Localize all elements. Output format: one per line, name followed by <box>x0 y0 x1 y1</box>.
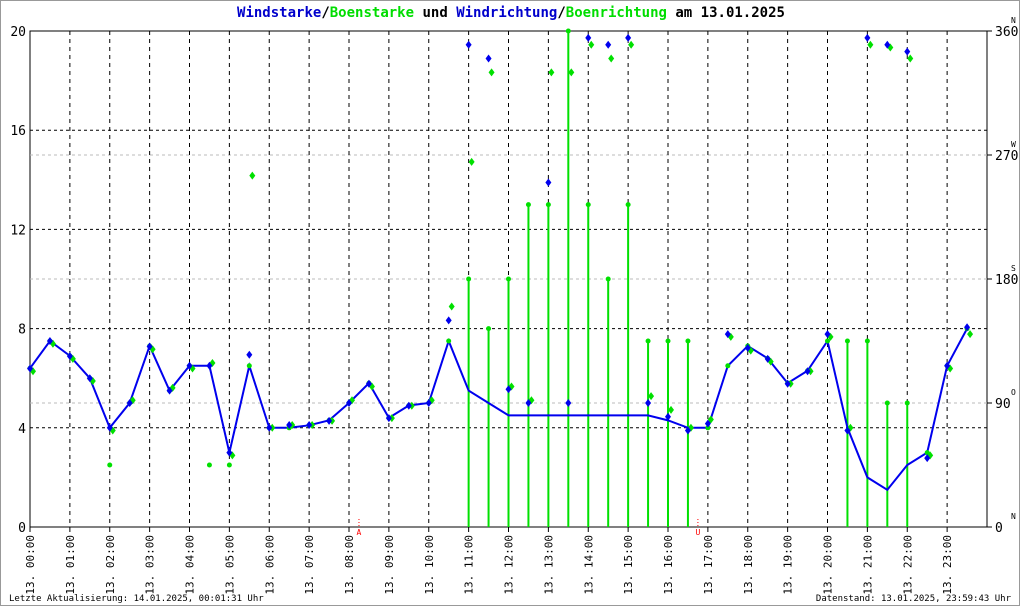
x-tick-label: 13. 08:00 <box>343 535 356 595</box>
data-timestamp: Datenstand: 13.01.2025, 23:59:43 Uhr <box>815 594 1011 604</box>
gust-point <box>206 462 212 468</box>
x-tick-label: 13. 00:00 <box>24 535 37 595</box>
direction-letter: S <box>1011 264 1016 273</box>
gust-direction-point <box>488 68 495 77</box>
gust-point <box>625 202 631 208</box>
y-tick-label: 20 <box>10 25 26 40</box>
x-tick-label: 13. 12:00 <box>503 535 516 595</box>
gust-point <box>545 202 551 208</box>
gust-point <box>585 202 591 208</box>
x-tick-label: 13. 14:00 <box>582 535 595 595</box>
gust-point <box>466 276 472 282</box>
chart-window: Windstarke/Boenstarke und Windrichtung/B… <box>0 0 1020 606</box>
x-tick-label: 13. 23:00 <box>941 535 954 595</box>
x-tick-label: 13. 09:00 <box>383 535 396 595</box>
wind-direction-point <box>246 350 253 359</box>
x-tick-label: 13. 07:00 <box>303 535 316 595</box>
gust-point <box>725 363 731 369</box>
x-tick-label: 13. 10:00 <box>423 535 436 595</box>
x-tick-label: 13. 13:00 <box>542 535 555 595</box>
x-tick-label: 13. 03:00 <box>144 535 157 595</box>
direction-letter: N <box>1011 512 1016 521</box>
gust-direction-point <box>249 171 256 180</box>
x-tick-label: 13. 06:00 <box>263 535 276 595</box>
y-tick-label: 4 <box>18 422 26 437</box>
wind-direction-point <box>864 33 871 42</box>
x-tick-label: 13. 02:00 <box>104 535 117 595</box>
gust-point <box>904 400 910 406</box>
gust-direction-point <box>907 54 914 63</box>
gust-point <box>446 338 452 344</box>
gust-point <box>884 400 890 406</box>
sun-marker-label: U <box>695 528 700 537</box>
gust-point <box>685 338 691 344</box>
gust-point <box>864 338 870 344</box>
x-tick-label: 13. 22:00 <box>901 535 914 595</box>
x-tick-label: 13. 11:00 <box>463 535 476 595</box>
gust-point <box>226 462 232 468</box>
y2-tick-label: 360 <box>995 25 1018 40</box>
x-tick-label: 13. 01:00 <box>64 535 77 595</box>
y-tick-label: 8 <box>18 323 26 338</box>
gust-direction-point <box>967 330 974 339</box>
gust-point <box>665 338 671 344</box>
last-update: Letzte Aktualisierung: 14.01.2025, 00:01… <box>9 594 264 604</box>
gust-direction-point <box>448 302 455 311</box>
x-tick-label: 13. 17:00 <box>702 535 715 595</box>
wind-direction-point <box>565 399 572 407</box>
x-tick-label: 13. 21:00 <box>861 535 874 595</box>
wind-direction-point <box>625 33 632 42</box>
y2-tick-label: 270 <box>995 149 1018 164</box>
wind-direction-point <box>904 47 911 56</box>
gust-direction-point <box>867 40 874 49</box>
gust-direction-point <box>608 54 615 63</box>
x-tick-label: 13. 18:00 <box>742 535 755 595</box>
y-tick-label: 12 <box>10 223 26 238</box>
wind-direction-point <box>645 399 652 407</box>
y2-tick-label: 180 <box>995 273 1018 288</box>
wind-chart: 13. 00:00 13. 01:00 13. 02:00 13. 03:00 13. … <box>10 16 1018 595</box>
x-tick-label: 13. 04:00 <box>184 535 197 595</box>
y2-tick-label: 90 <box>995 397 1011 412</box>
direction-letter: O <box>1011 388 1016 397</box>
gust-point <box>506 276 511 282</box>
x-tick-label: 13. 20:00 <box>822 535 835 595</box>
gust-direction-point <box>468 157 475 166</box>
x-tick-label: 13. 16:00 <box>662 535 675 595</box>
gust-direction-point <box>588 40 595 49</box>
gust-direction-point <box>628 40 635 49</box>
sun-marker-label: A <box>357 528 362 537</box>
direction-letter: W <box>1011 140 1016 149</box>
gust-point <box>825 338 830 344</box>
wind-direction-point <box>445 316 452 325</box>
gust-point <box>645 338 651 344</box>
gust-direction-point <box>548 68 555 77</box>
gust-point <box>525 202 531 208</box>
wind-direction-point <box>465 40 472 49</box>
wind-direction-point <box>585 33 592 42</box>
gust-point <box>565 28 571 34</box>
wind-direction-point <box>605 40 612 49</box>
x-tick-label: 13. 05:00 <box>223 535 236 595</box>
y2-tick-label: 0 <box>995 521 1003 536</box>
y-tick-label: 16 <box>10 124 26 139</box>
wind-speed-line <box>29 328 968 492</box>
gust-point <box>246 363 252 369</box>
gust-point <box>107 462 113 468</box>
direction-letter: N <box>1011 16 1016 25</box>
gust-point <box>605 276 611 282</box>
gust-point <box>844 338 850 344</box>
gust-point <box>486 326 492 332</box>
wind-direction-point <box>964 323 971 332</box>
wind-direction-point <box>545 178 552 187</box>
x-tick-label: 13. 15:00 <box>622 535 635 595</box>
wind-direction-point <box>485 54 492 63</box>
x-tick-label: 13. 19:00 <box>782 535 795 595</box>
y-tick-label: 0 <box>18 521 26 536</box>
